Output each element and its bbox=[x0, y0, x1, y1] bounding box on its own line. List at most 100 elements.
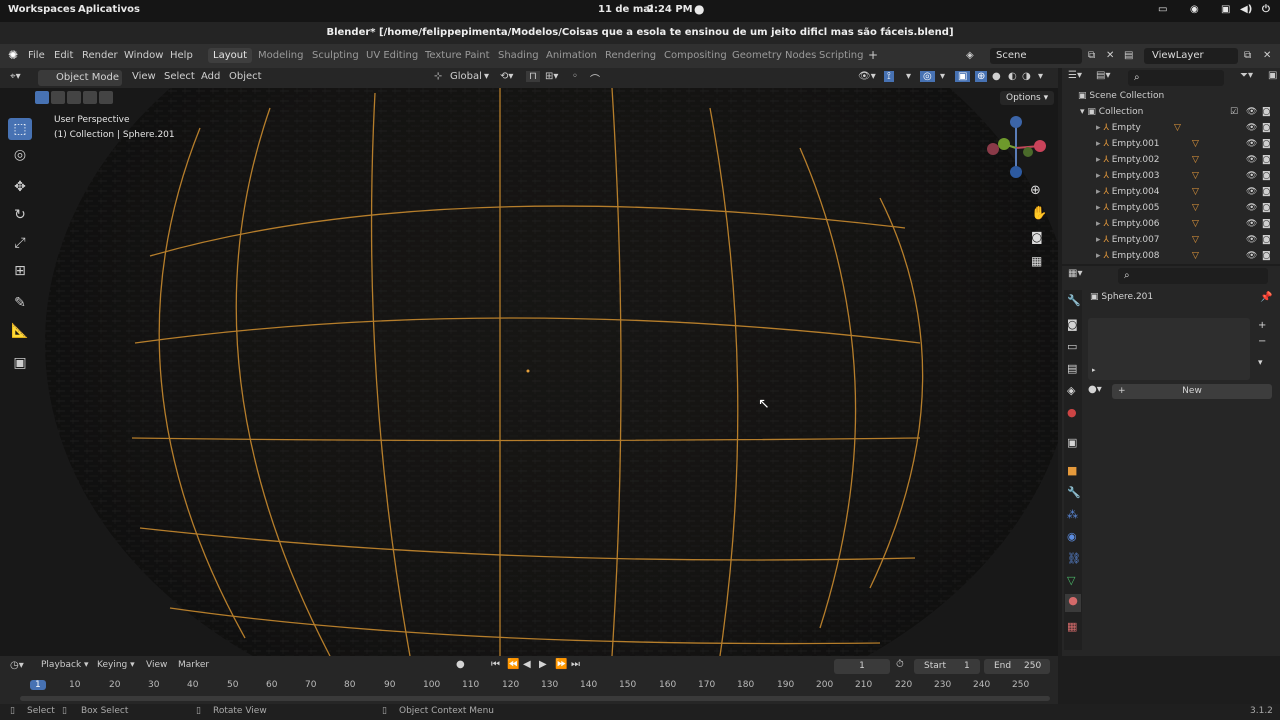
material-browse-icon[interactable]: ●▾ bbox=[1088, 384, 1102, 395]
pin-icon[interactable]: 📌 bbox=[1260, 292, 1272, 303]
clock-date[interactable]: 11 de mai bbox=[598, 4, 653, 15]
menu-render[interactable]: Render bbox=[82, 50, 118, 61]
constraint-icon[interactable]: ▽ bbox=[1192, 232, 1199, 248]
viewport-menu-select[interactable]: Select bbox=[164, 71, 195, 82]
delete-scene-icon[interactable]: ✕ bbox=[1106, 50, 1114, 61]
outliner-search-input[interactable]: ⌕ bbox=[1128, 70, 1224, 86]
shading-dropdown-icon[interactable]: ▾ bbox=[1038, 71, 1043, 82]
outliner-item[interactable]: ▸ ⅄ Empty.008 ▽ 👁 ◙ bbox=[1062, 248, 1280, 264]
zoom-icon[interactable]: ⊕ bbox=[1030, 183, 1041, 198]
visibility-eye-icon[interactable]: 👁 bbox=[1246, 152, 1257, 168]
outliner-editor-icon[interactable]: ☰▾ bbox=[1068, 70, 1082, 81]
tab-geometry-nodes[interactable]: Geometry Nodes bbox=[732, 50, 816, 61]
gizmo-toggle-icon[interactable]: ⟟ bbox=[884, 71, 894, 82]
select-extend-icon[interactable] bbox=[51, 91, 65, 104]
options-button[interactable]: Options ▾ bbox=[1000, 91, 1055, 105]
outliner-item[interactable]: ▸ ⅄ Empty.007 ▽ 👁 ◙ bbox=[1062, 232, 1280, 248]
constraints-tab-icon[interactable]: ⛓ bbox=[1067, 552, 1081, 565]
pan-hand-icon[interactable]: ✋ bbox=[1031, 206, 1047, 221]
solid-shading-icon[interactable]: ● bbox=[992, 71, 1001, 82]
tray-window-icon[interactable]: ▭ bbox=[1158, 4, 1167, 15]
physics-tab-icon[interactable]: ◉ bbox=[1067, 530, 1077, 543]
render-camera-icon[interactable]: ◙ bbox=[1262, 168, 1271, 184]
mode-dropdown[interactable]: Object Mode ▾ bbox=[38, 70, 122, 99]
perspective-toggle-icon[interactable]: ▦ bbox=[1031, 254, 1042, 268]
wireframe-shading-icon[interactable]: ⊕ bbox=[975, 71, 988, 82]
render-camera-icon[interactable]: ◙ bbox=[1262, 104, 1271, 120]
constraint-icon[interactable]: ▽ bbox=[1192, 216, 1199, 232]
tab-texture-paint[interactable]: Texture Paint bbox=[425, 50, 490, 61]
select-subtract-icon[interactable] bbox=[67, 91, 81, 104]
menu-edit[interactable]: Edit bbox=[54, 50, 73, 61]
render-tab-icon[interactable]: ◙ bbox=[1067, 318, 1078, 331]
outliner-item[interactable]: ▸ ⅄ Empty.005 ▽ 👁 ◙ bbox=[1062, 200, 1280, 216]
render-camera-icon[interactable]: ◙ bbox=[1262, 248, 1271, 264]
snap-icon[interactable]: ⊓ bbox=[526, 71, 540, 82]
material-shading-icon[interactable]: ◐ bbox=[1008, 71, 1017, 82]
constraint-icon[interactable]: ▽ bbox=[1192, 168, 1199, 184]
gizmo-dropdown-icon[interactable]: ▾ bbox=[906, 71, 911, 82]
visibility-eye-icon[interactable]: 👁 bbox=[1246, 120, 1257, 136]
scale-tool-icon[interactable]: ⤢ bbox=[8, 232, 32, 254]
view-layer-field[interactable]: ViewLayer bbox=[1144, 48, 1238, 64]
measure-tool-icon[interactable]: 📐 bbox=[8, 320, 32, 342]
visibility-eye-icon[interactable]: 👁 bbox=[1246, 232, 1257, 248]
viewport-3d[interactable]: User Perspective (1) Collection | Sphere… bbox=[0, 88, 1058, 656]
new-material-button[interactable]: + New bbox=[1112, 384, 1272, 399]
visibility-eye-icon[interactable]: 👁 bbox=[1246, 216, 1257, 232]
constraint-icon[interactable]: ▽ bbox=[1192, 200, 1199, 216]
outliner-item[interactable]: ▸ ⅄ Empty.002 ▽ 👁 ◙ bbox=[1062, 152, 1280, 168]
select-new-icon[interactable] bbox=[35, 91, 49, 104]
rotate-tool-icon[interactable]: ↻ bbox=[8, 204, 32, 226]
render-camera-icon[interactable]: ◙ bbox=[1262, 136, 1271, 152]
constraint-icon[interactable]: ▽ bbox=[1192, 136, 1199, 152]
new-view-layer-icon[interactable]: ⧉ bbox=[1244, 50, 1251, 61]
select-intersect-icon[interactable] bbox=[99, 91, 113, 104]
tab-layout[interactable]: Layout bbox=[208, 48, 252, 63]
select-invert-icon[interactable] bbox=[83, 91, 97, 104]
add-cube-tool-icon[interactable]: ▣ bbox=[8, 352, 32, 374]
world-tab-icon[interactable]: ● bbox=[1067, 406, 1077, 419]
outliner-item[interactable]: ▸ ⅄ Empty.006 ▽ 👁 ◙ bbox=[1062, 216, 1280, 232]
constraint-icon[interactable]: ▽ bbox=[1192, 152, 1199, 168]
delete-view-layer-icon[interactable]: ✕ bbox=[1263, 50, 1271, 61]
tab-modeling[interactable]: Modeling bbox=[258, 50, 304, 61]
constraint-icon[interactable]: ▽ bbox=[1192, 248, 1199, 264]
editor-type-icon[interactable]: ⌖▾ bbox=[10, 71, 21, 82]
new-collection-icon[interactable]: ▣ bbox=[1268, 70, 1277, 81]
tab-scripting[interactable]: Scripting bbox=[819, 50, 863, 61]
tab-animation[interactable]: Animation bbox=[546, 50, 597, 61]
collection-tab-icon[interactable]: ▣ bbox=[1067, 436, 1077, 449]
constraint-icon[interactable]: ▽ bbox=[1192, 184, 1199, 200]
object-tab-icon[interactable]: ■ bbox=[1067, 464, 1077, 477]
transform-tool-icon[interactable]: ⊞ bbox=[8, 260, 32, 282]
apps-button[interactable]: Aplicativos bbox=[78, 4, 140, 15]
tray-app-icon[interactable]: ◉ bbox=[1190, 4, 1199, 15]
viewport-menu-object[interactable]: Object bbox=[229, 71, 262, 82]
menu-file[interactable]: File bbox=[28, 50, 45, 61]
snap-target-icon[interactable]: ⊞▾ bbox=[545, 71, 558, 82]
properties-search-input[interactable]: ⌕ bbox=[1118, 268, 1268, 284]
orientation-icon[interactable]: ⊹ bbox=[434, 71, 442, 82]
display-mode-icon[interactable]: ▤▾ bbox=[1096, 70, 1110, 81]
render-camera-icon[interactable]: ◙ bbox=[1262, 152, 1271, 168]
view-layer-icon[interactable]: ▤ bbox=[1124, 50, 1133, 61]
overlay-dropdown-icon[interactable]: ▾ bbox=[940, 71, 945, 82]
exclude-checkbox-icon[interactable]: ☑ bbox=[1230, 104, 1238, 120]
collection-row[interactable]: ▾ ▣ Collection ☑ 👁 ◙ bbox=[1062, 104, 1280, 120]
remove-slot-icon[interactable]: − bbox=[1258, 336, 1266, 347]
falloff-icon[interactable]: ⌒ bbox=[590, 71, 600, 86]
slot-specials-icon[interactable]: ▾ bbox=[1258, 358, 1263, 368]
expand-chevron-icon[interactable]: ▾ bbox=[1080, 107, 1085, 117]
data-tab-icon[interactable]: ▽ bbox=[1067, 574, 1075, 587]
power-icon[interactable]: ⏻ bbox=[1262, 4, 1270, 15]
list-expand-icon[interactable]: ▸ bbox=[1092, 366, 1096, 374]
select-tool-icon[interactable]: ⬚ bbox=[8, 118, 32, 140]
particles-tab-icon[interactable]: ⁂ bbox=[1067, 508, 1078, 521]
visibility-eye-icon[interactable]: 👁 bbox=[1246, 104, 1257, 120]
xray-icon[interactable]: ▣ bbox=[955, 71, 971, 82]
display-icon[interactable]: ▣ bbox=[1221, 4, 1230, 15]
add-workspace-icon[interactable]: + bbox=[868, 48, 878, 62]
viewport-menu-add[interactable]: Add bbox=[201, 71, 220, 82]
visibility-eye-icon[interactable]: 👁 bbox=[1246, 184, 1257, 200]
